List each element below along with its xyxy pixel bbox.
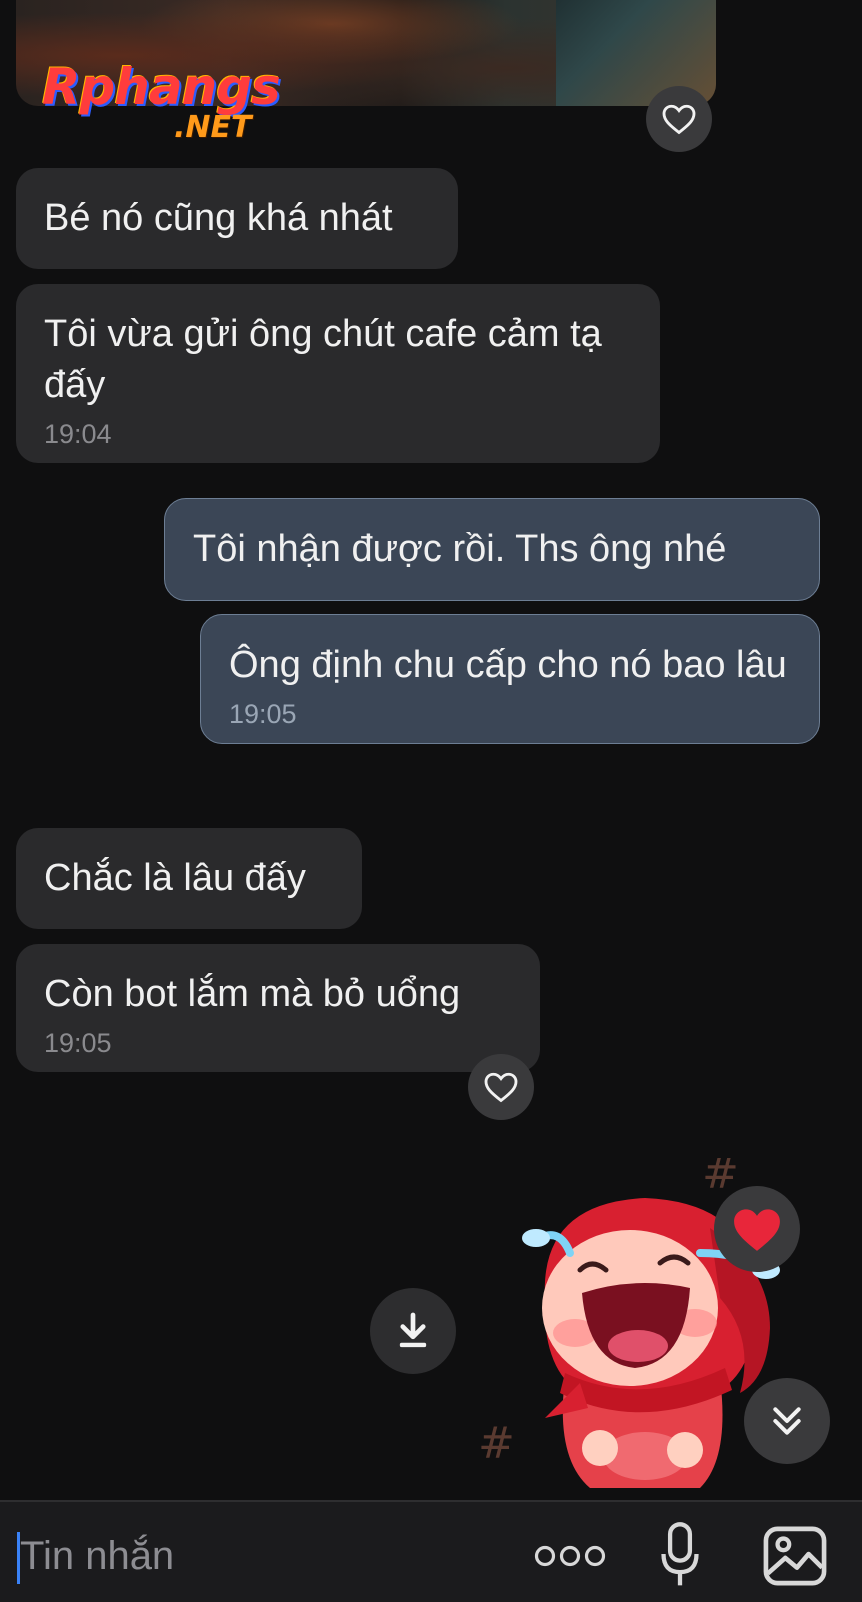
watermark-logo: Rphangs .NET (42, 58, 302, 154)
message-bubble-incoming[interactable]: Chắc là lâu đấy (16, 828, 362, 929)
message-bubble-outgoing[interactable]: Ông định chu cấp cho nó bao lâu 19:05 (200, 614, 820, 744)
message-bubble-incoming[interactable]: Bé nó cũng khá nhát (16, 168, 458, 269)
download-button[interactable] (370, 1288, 456, 1374)
message-text: Bé nó cũng khá nhát (44, 197, 393, 239)
message-text: Tôi vừa gửi ông chút cafe cảm tạ đấy (44, 313, 602, 406)
message-text: Ông định chu cấp cho nó bao lâu (229, 644, 787, 686)
gallery-button[interactable] (760, 1524, 830, 1588)
heart-outline-icon (662, 104, 696, 135)
message-text: Còn bot lắm mà bỏ uổng (44, 973, 461, 1015)
message-composer (0, 1500, 862, 1602)
like-button[interactable] (646, 86, 712, 152)
message-input[interactable] (18, 1528, 502, 1584)
text-caret (17, 1532, 20, 1584)
message-text: Chắc là lâu đấy (44, 857, 306, 899)
heart-outline-icon (484, 1072, 518, 1103)
like-button[interactable] (468, 1054, 534, 1120)
scroll-to-bottom-button[interactable] (744, 1378, 830, 1464)
watermark-main: Rphangs (42, 58, 281, 116)
message-time: 19:05 (44, 1028, 112, 1058)
svg-text:#: # (478, 1418, 515, 1469)
double-chevron-down-icon (773, 1407, 801, 1435)
reaction-badge[interactable] (714, 1186, 800, 1272)
download-icon (399, 1312, 427, 1348)
message-time: 19:05 (229, 699, 297, 729)
message-time: 19:04 (44, 419, 112, 449)
message-bubble-incoming[interactable]: Tôi vừa gửi ông chút cafe cảm tạ đấy 19:… (16, 284, 660, 463)
voice-button[interactable] (654, 1518, 706, 1590)
red-heart-icon (734, 1209, 780, 1251)
message-text: Tôi nhận được rồi. Ths ông nhé (193, 528, 727, 570)
more-dots-icon (534, 1545, 606, 1567)
microphone-icon (661, 1522, 699, 1586)
message-bubble-incoming[interactable]: Còn bot lắm mà bỏ uổng 19:05 (16, 944, 540, 1072)
more-button[interactable] (530, 1532, 610, 1580)
image-icon (763, 1526, 827, 1586)
watermark-sub: .NET (174, 110, 252, 145)
message-bubble-outgoing[interactable]: Tôi nhận được rồi. Ths ông nhé (164, 498, 820, 601)
